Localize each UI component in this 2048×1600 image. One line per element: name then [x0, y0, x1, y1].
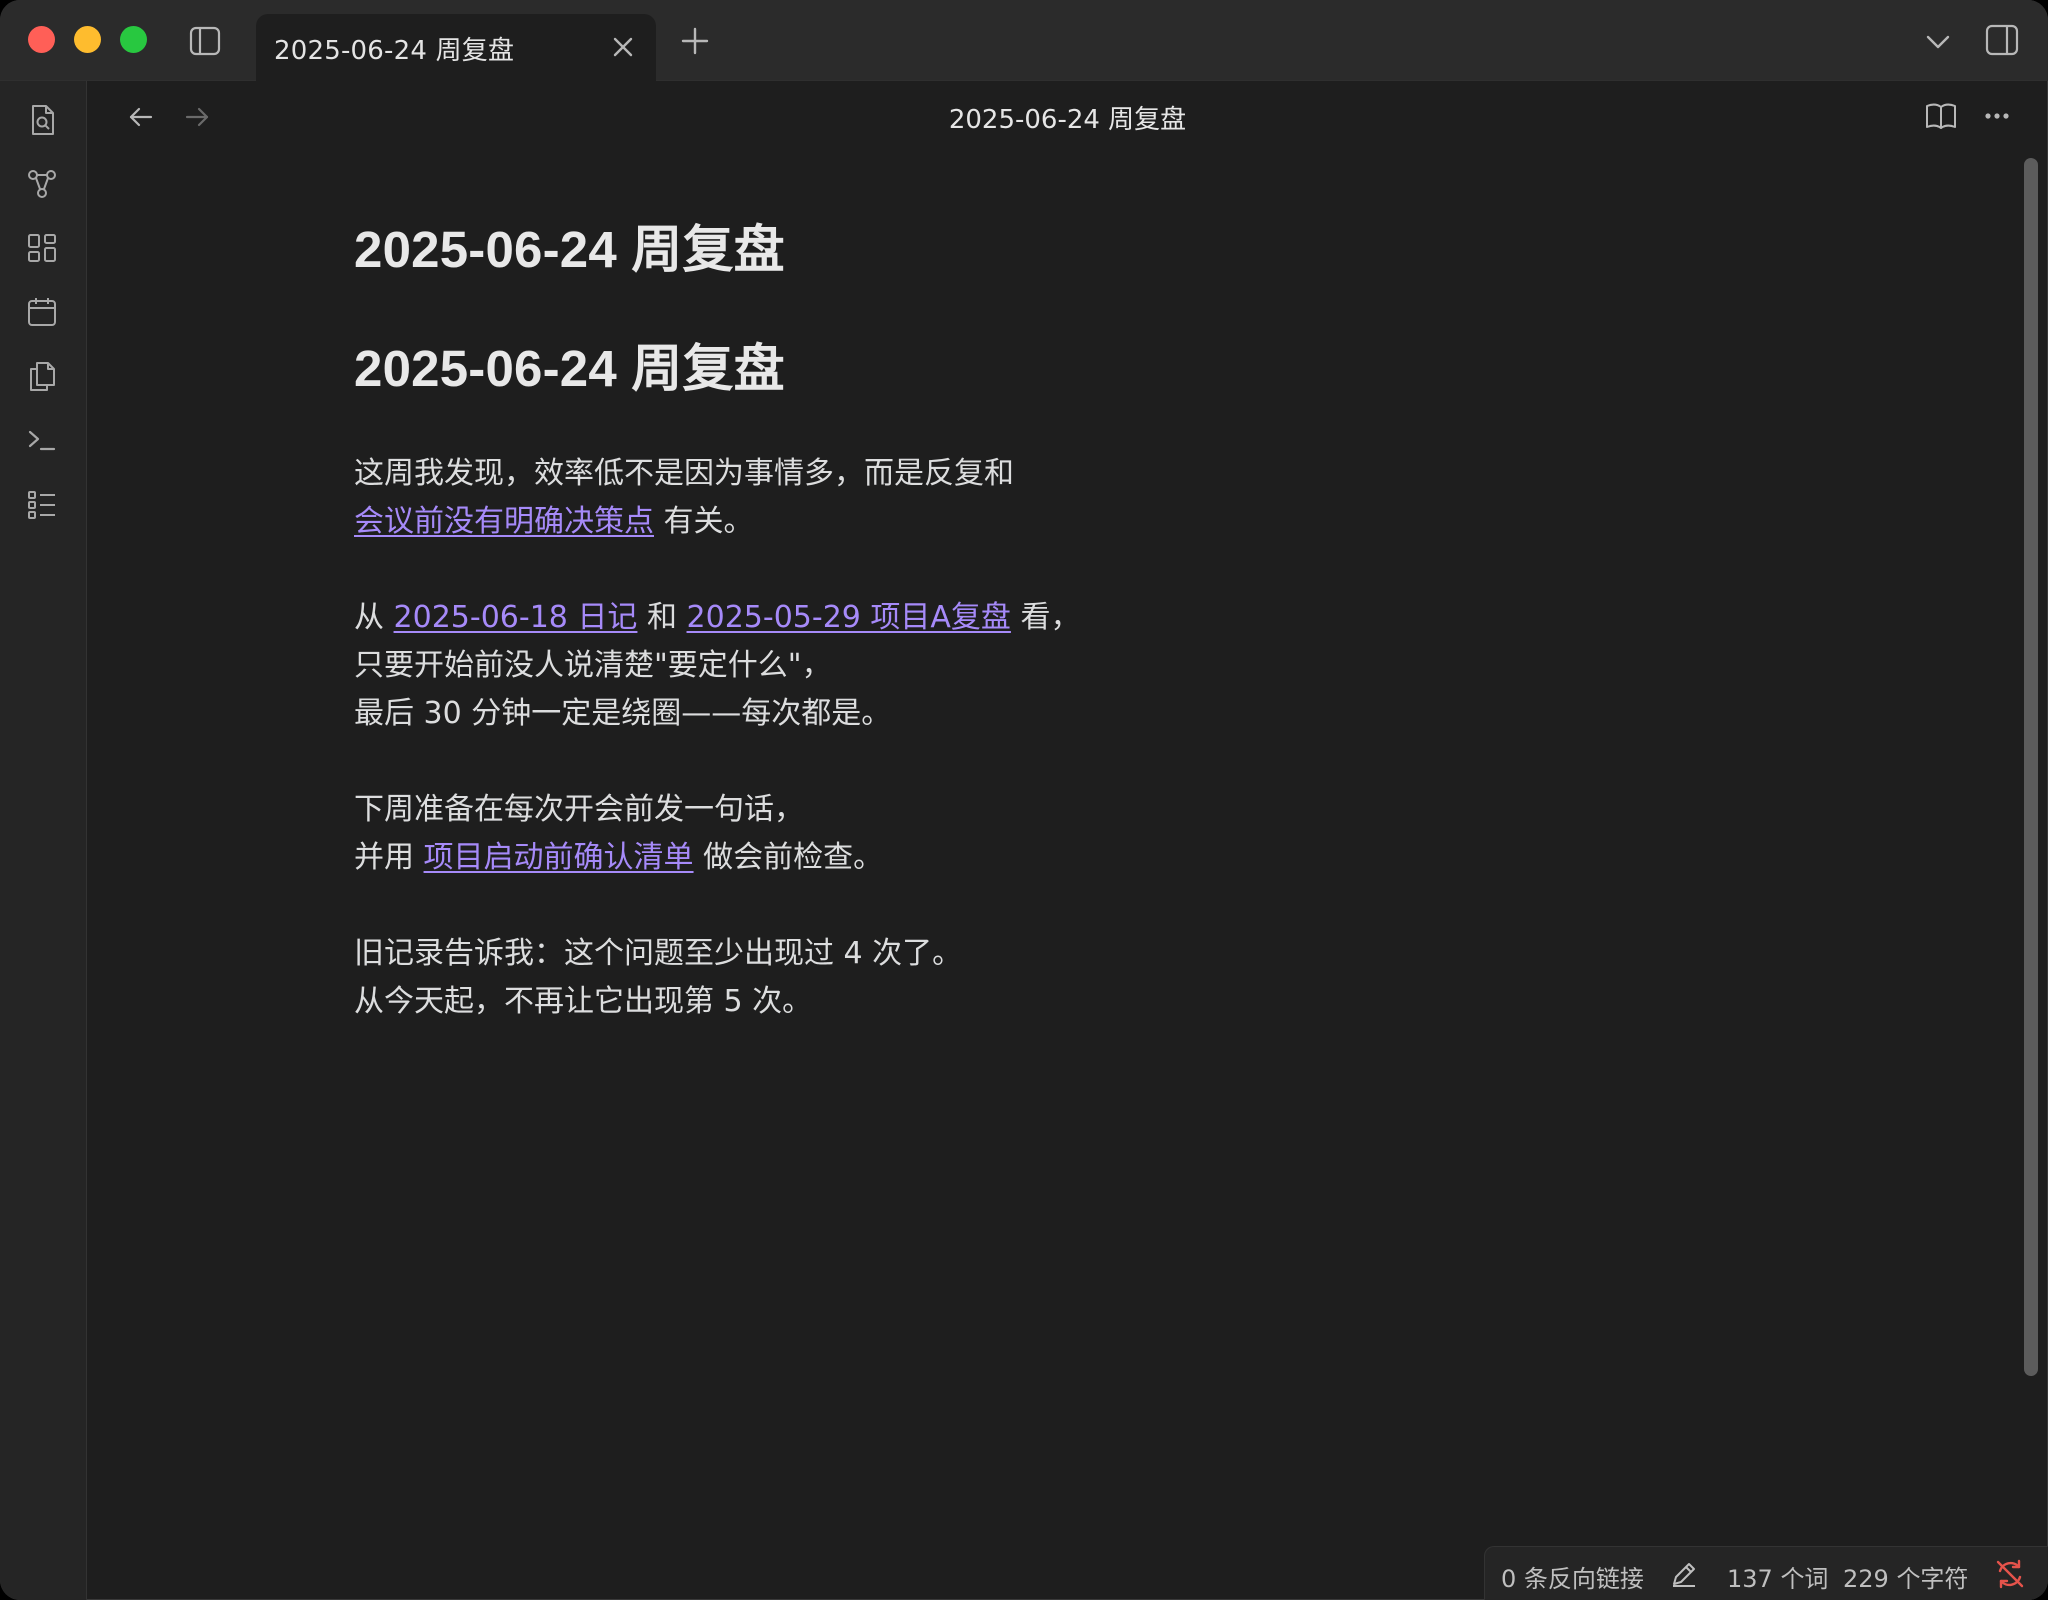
- paragraph: 旧记录告诉我：这个问题至少出现过 4 次了。 从今天起，不再让它出现第 5 次。: [354, 930, 962, 1026]
- paragraph-line: 这周我发现，效率低不是因为事情多，而是反复和: [354, 456, 1014, 491]
- tab-list-chevron-down-icon[interactable]: [1922, 28, 1954, 56]
- window-maximize-button[interactable]: [120, 26, 147, 53]
- right-sidebar-toggle-icon[interactable]: [1984, 22, 2020, 58]
- internal-link[interactable]: 2025-06-18 日记: [394, 600, 638, 635]
- paragraph: 从 2025-06-18 日记 和 2025-05-29 项目A复盘 看， 只要…: [354, 594, 1080, 738]
- canvas-icon[interactable]: [24, 230, 60, 266]
- ribbon: [0, 81, 87, 1600]
- paragraph-text: 和: [637, 600, 687, 635]
- calendar-icon[interactable]: [24, 294, 60, 330]
- view-header: 2025-06-24 周复盘: [87, 81, 2048, 153]
- reading-view-book-icon[interactable]: [1923, 99, 1959, 133]
- internal-link[interactable]: 2025-05-29 项目A复盘: [687, 600, 1011, 635]
- new-tab-icon[interactable]: [678, 24, 712, 58]
- paragraph-line: 从 2025-06-18 日记 和 2025-05-29 项目A复盘 看，: [354, 594, 1080, 642]
- paragraph-line: 旧记录告诉我：这个问题至少出现过 4 次了。: [354, 936, 963, 971]
- outline-icon[interactable]: [24, 486, 60, 522]
- paragraph: 这周我发现，效率低不是因为事情多，而是反复和 会议前没有明确决策点 有关。: [354, 450, 1014, 546]
- paragraph-line: 下周准备在每次开会前发一句话，: [354, 792, 804, 827]
- paragraph-line: 只要开始前没人说清楚"要定什么"，: [354, 648, 832, 683]
- tab-active[interactable]: 2025-06-24 周复盘: [256, 14, 656, 81]
- scrollbar[interactable]: [2024, 158, 2038, 1376]
- tab-title: 2025-06-24 周复盘: [274, 36, 515, 66]
- inline-title[interactable]: 2025-06-24 周复盘: [354, 224, 785, 275]
- paragraph-line: 并用 项目启动前确认清单 做会前检查。: [354, 834, 883, 882]
- view-header-title[interactable]: 2025-06-24 周复盘: [87, 99, 2048, 136]
- paragraph: 下周准备在每次开会前发一句话， 并用 项目启动前确认清单 做会前检查。: [354, 786, 883, 882]
- search-file-icon[interactable]: [24, 102, 60, 138]
- paragraph-line: 最后 30 分钟一定是绕圈——每次都是。: [354, 696, 892, 731]
- window-minimize-button[interactable]: [74, 26, 101, 53]
- heading-1: 2025-06-24 周复盘: [354, 340, 785, 397]
- word-count: 137 个词: [1727, 1565, 1829, 1593]
- copy-icon[interactable]: [24, 358, 60, 394]
- paragraph-text: 看，: [1010, 600, 1081, 635]
- backlinks-count[interactable]: 0 条反向链接: [1501, 1559, 1644, 1594]
- paragraph-line: 从今天起，不再让它出现第 5 次。: [354, 984, 813, 1019]
- paragraph-line: 会议前没有明确决策点 有关。: [354, 498, 1014, 546]
- app-window: 2025-06-24 周复盘 2025-06-24 周复盘 2025-06-24…: [0, 0, 2048, 1600]
- more-options-icon[interactable]: [1979, 99, 2015, 133]
- character-count: 229 个字符: [1843, 1565, 1969, 1593]
- paragraph-text: 做会前检查。: [693, 840, 884, 875]
- window-close-button[interactable]: [28, 26, 55, 53]
- pencil-edit-mode-icon[interactable]: [1669, 1559, 1699, 1589]
- sync-error-icon[interactable]: [1993, 1557, 2027, 1591]
- terminal-icon[interactable]: [24, 422, 60, 458]
- paragraph-text: 从: [354, 600, 394, 635]
- tab-close-icon[interactable]: [608, 32, 638, 62]
- status-bar: 0 条反向链接 137 个词 229 个字符: [1484, 1546, 2048, 1600]
- internal-link[interactable]: 项目启动前确认清单: [424, 840, 694, 875]
- internal-link[interactable]: 会议前没有明确决策点: [354, 504, 654, 539]
- graph-icon[interactable]: [24, 166, 60, 202]
- paragraph-text: 并用: [354, 840, 424, 875]
- paragraph-text: 有关。: [654, 504, 754, 539]
- left-sidebar-toggle-icon[interactable]: [188, 24, 222, 58]
- tab-bar: 2025-06-24 周复盘: [0, 0, 2048, 81]
